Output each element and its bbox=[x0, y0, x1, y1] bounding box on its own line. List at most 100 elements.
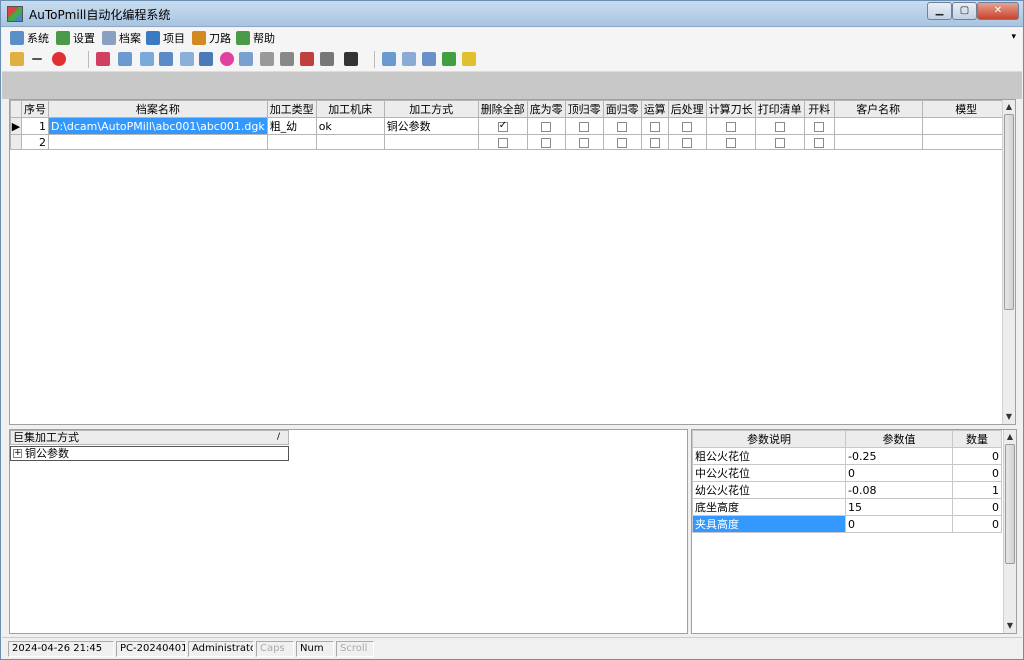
col-header[interactable]: 打印清单 bbox=[754, 100, 805, 118]
tool-icon-7[interactable] bbox=[220, 52, 234, 66]
tool-icon-9[interactable] bbox=[300, 52, 314, 66]
file-name-cell[interactable] bbox=[48, 134, 268, 150]
bottom-zero-checkbox[interactable] bbox=[541, 137, 552, 148]
check-cell[interactable] bbox=[564, 134, 604, 150]
param-desc[interactable]: 幼公火花位 bbox=[692, 481, 846, 499]
param-qty[interactable]: 0 bbox=[952, 498, 1002, 516]
bottom-zero-checkbox[interactable] bbox=[541, 121, 552, 132]
check-cell[interactable] bbox=[640, 134, 669, 150]
tool-icon-13[interactable] bbox=[422, 52, 436, 66]
scroll-thumb[interactable] bbox=[1004, 114, 1014, 310]
minimize-button[interactable]: ▁ bbox=[927, 2, 952, 20]
customer-cell[interactable] bbox=[833, 117, 923, 135]
param-qty[interactable]: 0 bbox=[952, 464, 1002, 482]
delete-all-checkbox[interactable] bbox=[497, 120, 508, 132]
machine-cell[interactable] bbox=[315, 134, 385, 150]
delete-all-checkbox[interactable] bbox=[497, 137, 508, 148]
col-header[interactable]: 面归零 bbox=[602, 100, 642, 118]
tool-icon-12[interactable] bbox=[402, 52, 416, 66]
col-header[interactable]: 参数说明 bbox=[692, 430, 846, 448]
row-number[interactable]: 2 bbox=[21, 134, 49, 150]
param-row[interactable]: 夹具高度 0 0 bbox=[692, 515, 1002, 533]
col-header[interactable]: 删除全部 bbox=[477, 100, 528, 118]
open-folder-icon[interactable] bbox=[10, 52, 24, 66]
param-desc[interactable]: 夹具高度 bbox=[692, 515, 846, 533]
param-row[interactable]: 中公火花位 0 0 bbox=[692, 464, 1002, 482]
method-cell[interactable]: 铜公参数 bbox=[383, 117, 479, 135]
col-header[interactable]: 数量 bbox=[952, 430, 1002, 448]
param-row[interactable]: 底坐高度 15 0 bbox=[692, 498, 1002, 516]
menu-help[interactable]: 帮助 bbox=[236, 30, 275, 46]
tool-icon-14[interactable] bbox=[442, 52, 456, 66]
col-header[interactable]: 参数值 bbox=[845, 430, 953, 448]
close-button[interactable]: ✕ bbox=[977, 2, 1019, 20]
check-cell[interactable] bbox=[477, 117, 528, 135]
param-value[interactable]: 0 bbox=[845, 515, 953, 533]
scroll-down-icon[interactable]: ▼ bbox=[1004, 620, 1016, 632]
menu-document[interactable]: 档案 bbox=[102, 30, 141, 46]
col-header[interactable]: 顶归零 bbox=[564, 100, 604, 118]
check-cell[interactable] bbox=[564, 117, 604, 135]
tool-icon-5[interactable] bbox=[180, 52, 194, 66]
col-header[interactable]: 后处理 bbox=[667, 100, 707, 118]
param-value[interactable]: 0 bbox=[845, 464, 953, 482]
param-desc[interactable]: 底坐高度 bbox=[692, 498, 846, 516]
settings-tools-icon[interactable] bbox=[260, 52, 274, 66]
menu-overflow-icon[interactable]: ▾ bbox=[1011, 32, 1016, 42]
col-header[interactable]: 档案名称 bbox=[48, 100, 268, 118]
save-icon[interactable] bbox=[344, 52, 358, 66]
check-cell[interactable] bbox=[803, 134, 835, 150]
param-qty[interactable]: 0 bbox=[952, 515, 1002, 533]
col-header[interactable]: 加工类型 bbox=[266, 100, 317, 118]
check-cell[interactable] bbox=[705, 117, 756, 135]
cutting-checkbox[interactable] bbox=[814, 137, 825, 148]
tool-icon-8[interactable] bbox=[239, 52, 253, 66]
param-desc[interactable]: 中公火花位 bbox=[692, 464, 846, 482]
machine-cell[interactable]: ok bbox=[315, 117, 385, 135]
stop-icon[interactable] bbox=[52, 52, 66, 66]
param-desc[interactable]: 粗公火花位 bbox=[692, 447, 846, 465]
param-value[interactable]: -0.08 bbox=[845, 481, 953, 499]
tool-icon-4[interactable] bbox=[159, 52, 173, 66]
maximize-button[interactable]: ▢ bbox=[952, 2, 977, 20]
print-icon[interactable] bbox=[280, 52, 294, 66]
check-cell[interactable] bbox=[705, 134, 756, 150]
param-qty[interactable]: 1 bbox=[952, 481, 1002, 499]
scroll-thumb[interactable] bbox=[1005, 444, 1015, 564]
menu-system[interactable]: 系统 bbox=[10, 30, 49, 46]
type-cell[interactable]: 粗_幼 bbox=[266, 117, 317, 135]
table-row[interactable]: 2 bbox=[10, 134, 1011, 150]
face-zero-checkbox[interactable] bbox=[617, 121, 628, 132]
menu-settings[interactable]: 设置 bbox=[56, 30, 95, 46]
tool-icon-11[interactable] bbox=[382, 52, 396, 66]
check-cell[interactable] bbox=[667, 117, 707, 135]
postprocess-checkbox[interactable] bbox=[682, 137, 693, 148]
param-scrollbar[interactable]: ▲ ▼ bbox=[1003, 430, 1016, 633]
col-header[interactable]: 模型 bbox=[921, 100, 1011, 118]
postprocess-checkbox[interactable] bbox=[682, 121, 693, 132]
param-qty[interactable]: 0 bbox=[952, 447, 1002, 465]
tool-length-checkbox[interactable] bbox=[725, 137, 736, 148]
scroll-down-icon[interactable]: ▼ bbox=[1003, 411, 1015, 423]
param-value[interactable]: 15 bbox=[845, 498, 953, 516]
model-cell[interactable] bbox=[921, 134, 1011, 150]
method-cell[interactable] bbox=[383, 134, 479, 150]
tool-length-checkbox[interactable] bbox=[725, 121, 736, 132]
menu-toolpath[interactable]: 刀路 bbox=[192, 30, 231, 46]
check-cell[interactable] bbox=[526, 134, 566, 150]
tree-header[interactable]: 巨集加工方式 / bbox=[10, 430, 289, 445]
expand-icon[interactable]: + bbox=[13, 449, 22, 458]
face-zero-checkbox[interactable] bbox=[617, 137, 628, 148]
check-cell[interactable] bbox=[754, 117, 805, 135]
col-header[interactable]: 客户名称 bbox=[833, 100, 923, 118]
check-cell[interactable] bbox=[667, 134, 707, 150]
menu-project[interactable]: 项目 bbox=[146, 30, 185, 46]
tool-icon-15[interactable] bbox=[462, 52, 476, 66]
table-row[interactable]: ▶ 1 D:\dcam\AutoPMill\abc001\abc001.dgk … bbox=[10, 117, 1011, 135]
compute-checkbox[interactable] bbox=[649, 137, 660, 148]
row-marker[interactable]: ▶ bbox=[10, 117, 22, 135]
row-number[interactable]: 1 bbox=[21, 117, 49, 135]
check-cell[interactable] bbox=[477, 134, 528, 150]
tool-icon-1[interactable] bbox=[96, 52, 110, 66]
col-header[interactable]: 开料 bbox=[803, 100, 835, 118]
